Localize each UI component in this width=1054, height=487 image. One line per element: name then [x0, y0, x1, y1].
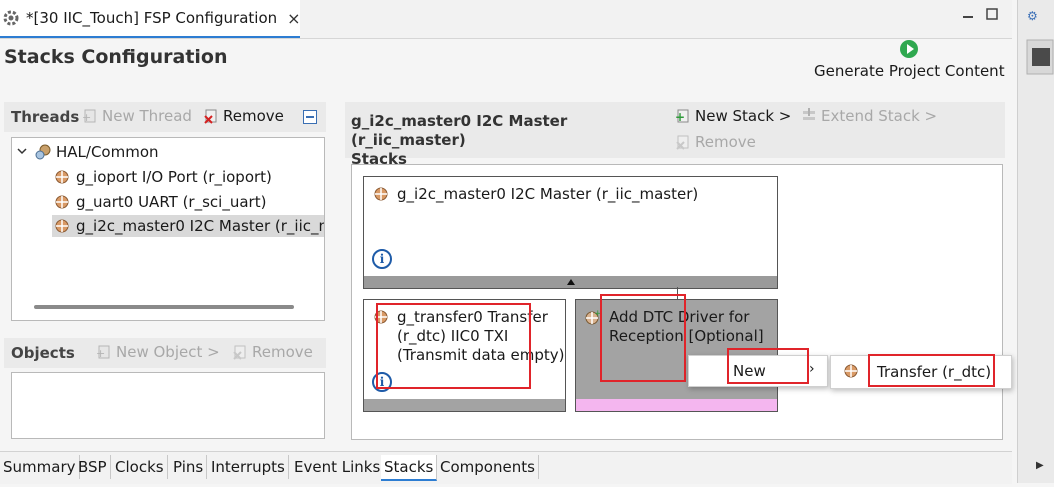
tree-node-hal-common[interactable]: HAL/Common [16, 141, 159, 163]
horizontal-scrollbar[interactable] [34, 305, 294, 309]
extend-stack-icon [801, 108, 817, 124]
tab-event-links[interactable]: Event Links [291, 455, 385, 479]
maximize-icon[interactable] [986, 8, 998, 20]
threads-title: Threads [11, 108, 80, 126]
new-object-icon: + [96, 344, 112, 360]
objects-list [11, 372, 325, 439]
module-bar-optional [576, 399, 777, 411]
new-thread-button[interactable]: + New Thread [82, 107, 192, 125]
remove-object-label: Remove [252, 343, 313, 361]
side-view-strip: ⚙ ▶ [1017, 0, 1054, 483]
add-module-icon: + [583, 309, 602, 325]
extend-stack-button[interactable]: Extend Stack > [801, 107, 937, 125]
highlight-box-new [727, 348, 809, 384]
remove-stack-label: Remove [695, 133, 756, 151]
minimize-icon[interactable] [962, 8, 974, 20]
new-object-label: New Object > [116, 343, 220, 361]
tree-item-label: g_ioport I/O Port (r_ioport) [76, 168, 272, 186]
remove-icon [675, 134, 691, 150]
remove-thread-button[interactable]: Remove [203, 107, 284, 125]
module-bar [364, 399, 565, 411]
svg-text:+: + [82, 111, 91, 124]
tab-interrupts[interactable]: Interrupts [208, 455, 289, 479]
stacks-title: g_i2c_master0 I2C Master (r_iic_master) … [351, 112, 651, 169]
threads-tree: HAL/Common g_ioport I/O Port (r_ioport) … [11, 137, 325, 321]
svg-text:▶: ▶ [1036, 460, 1044, 471]
module-icon [373, 186, 389, 202]
tab-summary[interactable]: Summary [0, 455, 80, 479]
new-stack-label: New Stack > [695, 107, 792, 125]
tree-item-label: g_uart0 UART (r_sci_uart) [76, 193, 267, 211]
extend-stack-label: Extend Stack > [821, 107, 938, 125]
new-stack-button[interactable]: + New Stack > [675, 107, 791, 125]
chevron-down-icon[interactable] [16, 145, 28, 160]
generate-label: Generate Project Content [814, 62, 1005, 80]
objects-title: Objects [11, 344, 75, 362]
module-icon [54, 169, 70, 185]
generate-project-content-button[interactable]: Generate Project Content [812, 38, 1005, 82]
tab-pins[interactable]: Pins [170, 455, 208, 479]
stacks-header: g_i2c_master0 I2C Master (r_iic_master) … [345, 102, 1005, 168]
highlight-box-dtc [600, 294, 686, 382]
new-thread-icon: + [82, 108, 98, 124]
objects-header: Objects + New Object > Remove [4, 338, 326, 368]
tab-clocks[interactable]: Clocks [112, 455, 168, 479]
remove-thread-label: Remove [223, 107, 284, 125]
svg-text:+: + [675, 110, 685, 124]
highlight-box-transfer-dtc [868, 354, 995, 387]
new-thread-label: New Thread [102, 107, 192, 125]
tree-item-i2c-master[interactable]: g_i2c_master0 I2C Master (r_iic_master) [52, 215, 324, 237]
threads-header: Threads + New Thread Remove [4, 102, 326, 132]
window-controls [962, 8, 998, 20]
tab-stacks[interactable]: Stacks [381, 455, 438, 481]
remove-icon [203, 108, 219, 124]
module-icon [54, 218, 70, 234]
bottom-tab-bar: Summary BSP Clocks Pins Interrupts Event… [0, 451, 1012, 484]
remove-stack-button[interactable]: Remove [675, 133, 756, 151]
remove-object-button[interactable]: Remove [232, 343, 313, 361]
collapse-all-icon[interactable] [302, 109, 318, 125]
tree-item-uart[interactable]: g_uart0 UART (r_sci_uart) [54, 191, 266, 213]
module-icon [843, 363, 859, 379]
tab-components[interactable]: Components [437, 455, 539, 479]
stacks-title-line1: g_i2c_master0 I2C Master (r_iic_master) [351, 112, 568, 149]
tree-item-ioport[interactable]: g_ioport I/O Port (r_ioport) [54, 166, 272, 188]
run-icon [900, 40, 918, 58]
i2c-master-module[interactable]: g_i2c_master0 I2C Master (r_iic_master) … [363, 176, 778, 289]
module-expand-bar[interactable] [364, 276, 777, 288]
hal-folder-icon [34, 144, 51, 160]
close-icon[interactable]: × [287, 9, 300, 28]
chevron-right-icon: › [809, 361, 815, 377]
svg-text:+: + [96, 347, 105, 360]
editor-tab-title: *[30 IIC_Touch] FSP Configuration [26, 9, 278, 27]
new-stack-icon: + [675, 108, 691, 124]
module-title: g_i2c_master0 I2C Master (r_iic_master) [397, 185, 699, 203]
tree-root-label: HAL/Common [56, 143, 159, 161]
gear-icon [2, 9, 20, 27]
remove-icon [232, 344, 248, 360]
svg-text:⚙: ⚙ [1027, 9, 1038, 23]
tree-item-label: g_i2c_master0 I2C Master (r_iic_master) [76, 217, 324, 235]
module-icon [54, 194, 70, 210]
editor-tab[interactable]: *[30 IIC_Touch] FSP Configuration × [0, 0, 301, 38]
page-title: Stacks Configuration [4, 46, 228, 68]
info-icon[interactable]: i [372, 249, 392, 269]
new-object-button[interactable]: + New Object > [96, 343, 220, 361]
tab-bsp[interactable]: BSP [75, 455, 111, 479]
highlight-box-transfer [376, 303, 531, 389]
